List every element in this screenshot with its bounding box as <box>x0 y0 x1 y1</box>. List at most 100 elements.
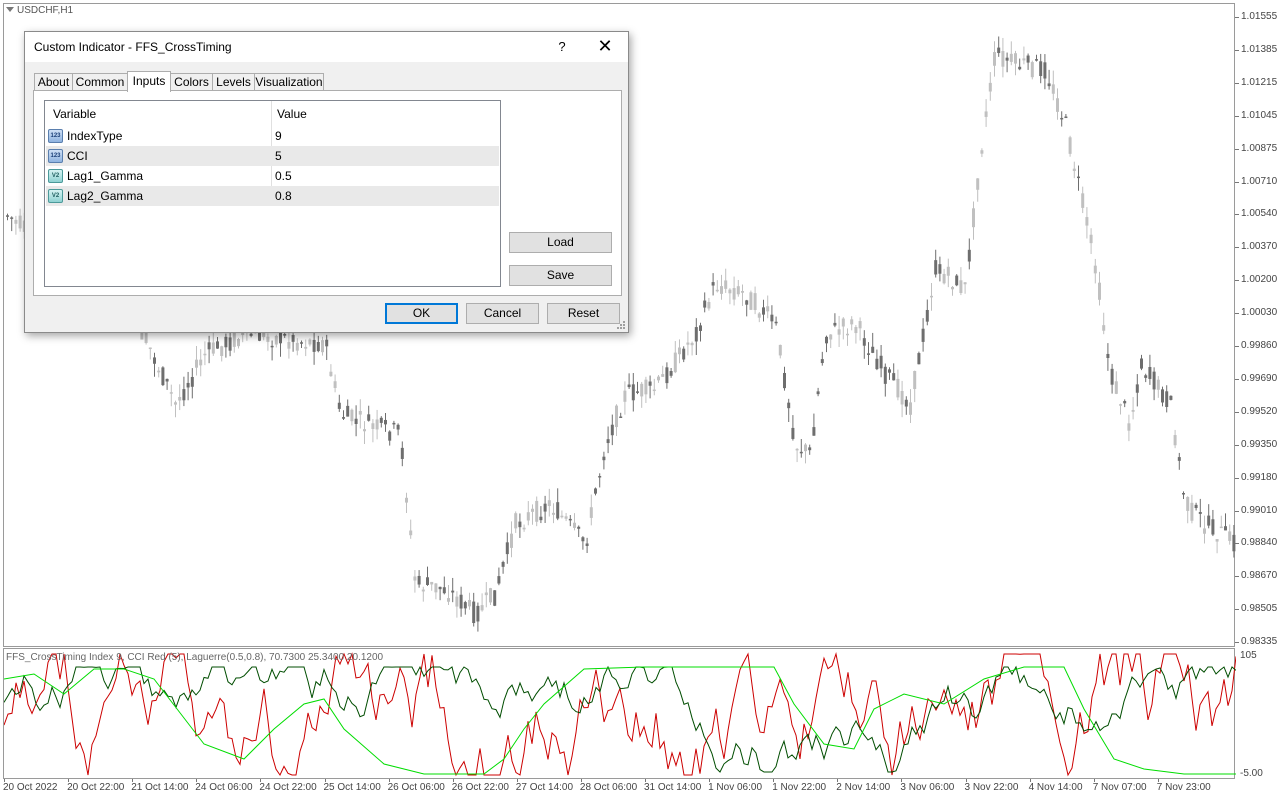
price-scale-label: 1.01385 <box>1241 43 1278 55</box>
input-row-lag1-gamma[interactable]: V2 Lag1_Gamma 0.5 <box>46 166 499 186</box>
input-variable-name: Lag2_Gamma <box>67 189 144 203</box>
candle-body <box>308 339 312 345</box>
inputs-table[interactable]: Variable Value 123 IndexType 9 123 CCI 5… <box>44 100 501 287</box>
candle-body <box>774 321 778 324</box>
candle-body <box>1127 423 1131 431</box>
candle-body <box>304 346 308 349</box>
ok-button[interactable]: OK <box>385 303 458 324</box>
candle-body <box>598 476 602 478</box>
input-variable-name: Lag1_Gamma <box>67 169 144 183</box>
time-scale-label: 28 Oct 06:00 <box>579 782 638 793</box>
candle-body <box>463 602 467 609</box>
candle-body <box>10 217 14 219</box>
input-value[interactable]: 0.5 <box>275 169 292 183</box>
candle-body <box>291 335 295 342</box>
load-button[interactable]: Load <box>509 232 612 253</box>
candle-body <box>724 280 728 289</box>
input-value[interactable]: 5 <box>275 149 282 163</box>
candle-body <box>846 333 849 336</box>
indicator-scale-bottom: -5.00 <box>1240 768 1263 779</box>
tab-levels[interactable]: Levels <box>212 73 255 91</box>
candle-body <box>879 355 883 369</box>
candle-body <box>430 581 434 585</box>
column-header-value[interactable]: Value <box>277 107 307 121</box>
input-row-lag2-gamma[interactable]: V2 Lag2_Gamma 0.8 <box>46 186 499 206</box>
candle-body <box>665 367 669 384</box>
price-scale-label: 1.00540 <box>1241 208 1278 220</box>
tab-about[interactable]: About <box>34 73 73 91</box>
custom-indicator-dialog[interactable]: Custom Indicator - FFS_CrossTiming ? ✕ A… <box>24 31 629 333</box>
candle-body <box>841 318 845 327</box>
candle-body <box>1194 504 1198 509</box>
candle-body <box>442 587 446 594</box>
candle-body <box>447 598 450 602</box>
time-scale-label: 24 Oct 22:00 <box>259 782 317 793</box>
candle-body <box>678 347 681 355</box>
candle-body <box>652 389 656 392</box>
dialog-titlebar[interactable]: Custom Indicator - FFS_CrossTiming ? ✕ <box>25 32 628 62</box>
laguerre-fast-line <box>4 665 1236 773</box>
candle-body <box>627 384 631 388</box>
candle-body <box>892 373 896 381</box>
time-scale-label: 1 Nov 06:00 <box>708 782 763 793</box>
candle-body <box>711 282 715 286</box>
candle-body <box>249 333 253 336</box>
input-row-cci[interactable]: 123 CCI 5 <box>46 146 499 166</box>
column-header-variable[interactable]: Variable <box>53 107 96 121</box>
tab-inputs[interactable]: Inputs <box>127 71 171 92</box>
cancel-button[interactable]: Cancel <box>466 303 539 324</box>
resize-grip-icon[interactable] <box>616 320 626 330</box>
candle-body <box>174 402 177 405</box>
candle-body <box>405 497 408 503</box>
candle-body <box>522 527 526 530</box>
price-scale-tick <box>1235 378 1239 380</box>
candle-body <box>455 596 459 607</box>
save-button[interactable]: Save <box>509 265 612 286</box>
help-button[interactable]: ? <box>549 34 575 60</box>
tab-visualization[interactable]: Visualization <box>254 73 324 91</box>
price-scale-tick <box>1235 411 1239 413</box>
laguerre-slow-line <box>4 666 1236 775</box>
candle-body <box>762 307 765 315</box>
candle-body <box>1056 98 1059 112</box>
candle-body <box>14 219 18 224</box>
candle-body <box>585 543 589 546</box>
input-row-indextype[interactable]: 123 IndexType 9 <box>46 126 499 146</box>
input-value[interactable]: 0.8 <box>275 189 292 203</box>
candle-body <box>816 391 820 395</box>
candle-body <box>913 371 917 390</box>
time-scale-label: 20 Oct 2022 <box>3 782 58 793</box>
candle-body <box>728 289 732 294</box>
candle-body <box>354 418 358 424</box>
int-type-icon: 123 <box>48 129 63 143</box>
input-variable-name: CCI <box>67 149 88 163</box>
reset-button[interactable]: Reset <box>547 303 620 324</box>
tab-colors[interactable]: Colors <box>170 73 213 91</box>
candle-body <box>526 512 530 521</box>
candle-body <box>274 335 278 345</box>
candle-body <box>787 402 791 409</box>
price-scale-tick <box>1235 609 1239 611</box>
candle-body <box>753 293 757 311</box>
candle-body <box>266 336 270 342</box>
price-scale-tick <box>1235 82 1239 84</box>
tab-common[interactable]: Common <box>72 73 128 91</box>
candle-body <box>1098 282 1101 300</box>
candle-body <box>505 542 509 555</box>
time-scale-label: 26 Oct 06:00 <box>387 782 445 793</box>
indicator-pane[interactable] <box>3 648 1236 779</box>
candle-body <box>413 576 417 581</box>
input-variable-name: IndexType <box>67 129 123 143</box>
candle-body <box>190 376 194 387</box>
candle-body <box>363 429 366 432</box>
close-button[interactable]: ✕ <box>588 34 622 60</box>
candle-body <box>568 518 572 521</box>
candle-body <box>791 427 795 439</box>
candle-body <box>409 530 413 536</box>
candle-body <box>837 329 841 335</box>
candle-body <box>812 427 816 436</box>
candle-body <box>858 321 862 329</box>
candle-body <box>938 264 942 274</box>
input-value[interactable]: 9 <box>275 129 282 143</box>
candle-body <box>661 374 665 377</box>
